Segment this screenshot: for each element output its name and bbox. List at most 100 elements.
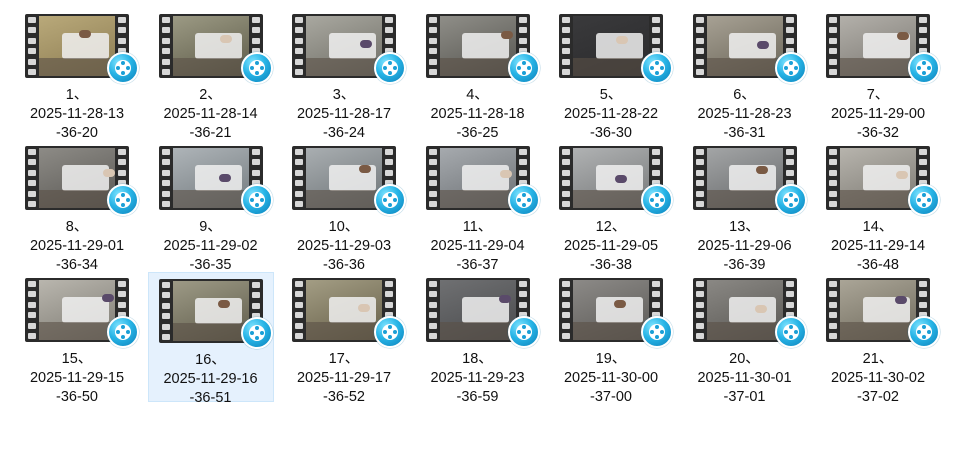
video-thumbnail[interactable] (692, 14, 807, 84)
file-date: 2025-11-30-00 (563, 370, 659, 386)
file-name-label[interactable]: 6、 2025-11-28-23 -36-31 (682, 86, 808, 143)
thumbnail-frame (573, 280, 649, 340)
file-name-label[interactable]: 5、 2025-11-28-22 -36-30 (548, 86, 674, 143)
file-index: 20、 (729, 351, 760, 367)
media-player-badge-icon (641, 316, 673, 348)
video-thumbnail[interactable] (158, 14, 273, 84)
video-file-item-3[interactable]: 3、 2025-11-28-17 -36-24 (281, 8, 407, 141)
video-file-item-6[interactable]: 6、 2025-11-28-23 -36-31 (682, 8, 808, 141)
video-file-item-12[interactable]: 12、 2025-11-29-05 -36-38 (548, 140, 674, 273)
video-thumbnail[interactable] (425, 278, 540, 348)
video-file-item-11[interactable]: 11、 2025-11-29-04 -36-37 (415, 140, 541, 273)
file-time: -36-52 (323, 389, 365, 405)
thumbnail-frame (840, 148, 916, 208)
file-name-label[interactable]: 18、 2025-11-29-23 -36-59 (415, 350, 541, 407)
video-thumbnail[interactable] (292, 14, 406, 84)
file-name-label[interactable]: 12、 2025-11-29-05 -36-38 (548, 218, 674, 275)
file-name-label[interactable]: 11、 2025-11-29-04 -36-37 (415, 218, 541, 275)
video-file-item-15[interactable]: 15、 2025-11-29-15 -36-50 (14, 272, 140, 405)
video-file-item-4[interactable]: 4、 2025-11-28-18 -36-25 (415, 8, 541, 141)
media-player-badge-icon (374, 184, 406, 216)
video-thumbnail[interactable] (559, 146, 673, 216)
thumbnail-frame (306, 280, 382, 340)
file-name-label[interactable]: 7、 2025-11-29-00 -36-32 (815, 86, 941, 143)
thumbnail-frame (39, 148, 115, 208)
file-time: -36-24 (323, 125, 365, 141)
file-name-label[interactable]: 15、 2025-11-29-15 -36-50 (14, 350, 140, 407)
file-time: -36-50 (56, 389, 98, 405)
video-thumbnail[interactable] (692, 146, 807, 216)
file-name-label[interactable]: 14、 2025-11-29-14 -36-48 (815, 218, 941, 275)
file-name-label[interactable]: 20、 2025-11-30-01 -37-01 (682, 350, 808, 407)
file-date: 2025-11-28-14 (163, 106, 258, 122)
file-name-label[interactable]: 3、 2025-11-28-17 -36-24 (281, 86, 407, 143)
file-date: 2025-11-28-13 (29, 106, 125, 122)
video-file-item-10[interactable]: 10、 2025-11-29-03 -36-36 (281, 140, 407, 273)
file-name-label[interactable]: 1、 2025-11-28-13 -36-20 (14, 86, 140, 143)
thumbnail-frame (573, 16, 649, 76)
file-time: -36-59 (456, 389, 499, 405)
video-thumbnail[interactable] (559, 278, 673, 348)
file-time: -36-32 (857, 125, 899, 141)
video-file-item-21[interactable]: 21、 2025-11-30-02 -37-02 (815, 272, 941, 405)
video-file-item-2[interactable]: 2、 2025-11-28-14 -36-21 (148, 8, 274, 141)
file-name-label[interactable]: 10、 2025-11-29-03 -36-36 (281, 218, 407, 275)
video-thumbnail[interactable] (292, 146, 406, 216)
video-thumbnail[interactable] (292, 278, 406, 348)
file-time: -36-48 (857, 257, 899, 273)
thumbnail-frame (439, 16, 516, 76)
file-date: 2025-11-29-14 (830, 238, 926, 254)
file-name-label[interactable]: 16、 2025-11-29-16 -36-51 (149, 351, 273, 408)
video-file-item-13[interactable]: 13、 2025-11-29-06 -36-39 (682, 140, 808, 273)
file-date: 2025-11-29-15 (29, 370, 125, 386)
video-thumbnail[interactable] (158, 279, 273, 349)
file-name-label[interactable]: 8、 2025-11-29-01 -36-34 (14, 218, 140, 275)
file-date: 2025-11-29-23 (430, 370, 525, 386)
video-thumbnail[interactable] (826, 14, 940, 84)
file-index: 10、 (328, 219, 360, 235)
file-index: 4、 (466, 87, 489, 103)
file-name-label[interactable]: 2、 2025-11-28-14 -36-21 (148, 86, 274, 143)
video-file-item-18[interactable]: 18、 2025-11-29-23 -36-59 (415, 272, 541, 405)
video-file-item-14[interactable]: 14、 2025-11-29-14 -36-48 (815, 140, 941, 273)
file-name-label[interactable]: 19、 2025-11-30-00 -37-00 (548, 350, 674, 407)
video-file-item-16[interactable]: 16、 2025-11-29-16 -36-51 (147, 272, 274, 406)
video-thumbnail[interactable] (826, 278, 940, 348)
video-thumbnail[interactable] (826, 146, 940, 216)
file-name-label[interactable]: 13、 2025-11-29-06 -36-39 (682, 218, 808, 275)
video-file-item-7[interactable]: 7、 2025-11-29-00 -36-32 (815, 8, 941, 141)
video-file-item-19[interactable]: 19、 2025-11-30-00 -37-00 (548, 272, 674, 405)
video-file-item-9[interactable]: 9、 2025-11-29-02 -36-35 (148, 140, 274, 273)
video-thumbnail[interactable] (559, 14, 673, 84)
file-time: -36-36 (323, 257, 365, 273)
file-name-label[interactable]: 4、 2025-11-28-18 -36-25 (415, 86, 541, 143)
file-index: 2、 (199, 87, 222, 103)
file-time: -36-35 (189, 257, 232, 273)
video-thumbnail[interactable] (25, 146, 139, 216)
file-index: 7、 (866, 87, 890, 103)
video-file-item-8[interactable]: 8、 2025-11-29-01 -36-34 (14, 140, 140, 273)
file-time: -36-51 (189, 390, 232, 406)
media-player-badge-icon (374, 52, 406, 84)
video-thumbnail[interactable] (425, 14, 540, 84)
video-thumbnail[interactable] (158, 146, 273, 216)
video-file-item-20[interactable]: 20、 2025-11-30-01 -37-01 (682, 272, 808, 405)
video-thumbnail[interactable] (25, 278, 139, 348)
video-thumbnail[interactable] (25, 14, 139, 84)
video-file-item-1[interactable]: 1、 2025-11-28-13 -36-20 (14, 8, 140, 141)
video-thumbnail[interactable] (692, 278, 807, 348)
file-date: 2025-11-29-03 (296, 238, 392, 254)
file-name-label[interactable]: 9、 2025-11-29-02 -36-35 (148, 218, 274, 275)
video-thumbnail[interactable] (425, 146, 540, 216)
file-index: 8、 (65, 219, 89, 235)
video-file-item-5[interactable]: 5、 2025-11-28-22 -36-30 (548, 8, 674, 141)
file-index: 11、 (462, 219, 493, 235)
thumbnail-frame (706, 148, 783, 208)
video-file-item-17[interactable]: 17、 2025-11-29-17 -36-52 (281, 272, 407, 405)
file-name-label[interactable]: 21、 2025-11-30-02 -37-02 (815, 350, 941, 407)
media-player-badge-icon (240, 184, 273, 216)
file-index: 14、 (862, 219, 894, 235)
file-time: -36-30 (590, 125, 632, 141)
file-index: 15、 (61, 351, 93, 367)
file-name-label[interactable]: 17、 2025-11-29-17 -36-52 (281, 350, 407, 407)
